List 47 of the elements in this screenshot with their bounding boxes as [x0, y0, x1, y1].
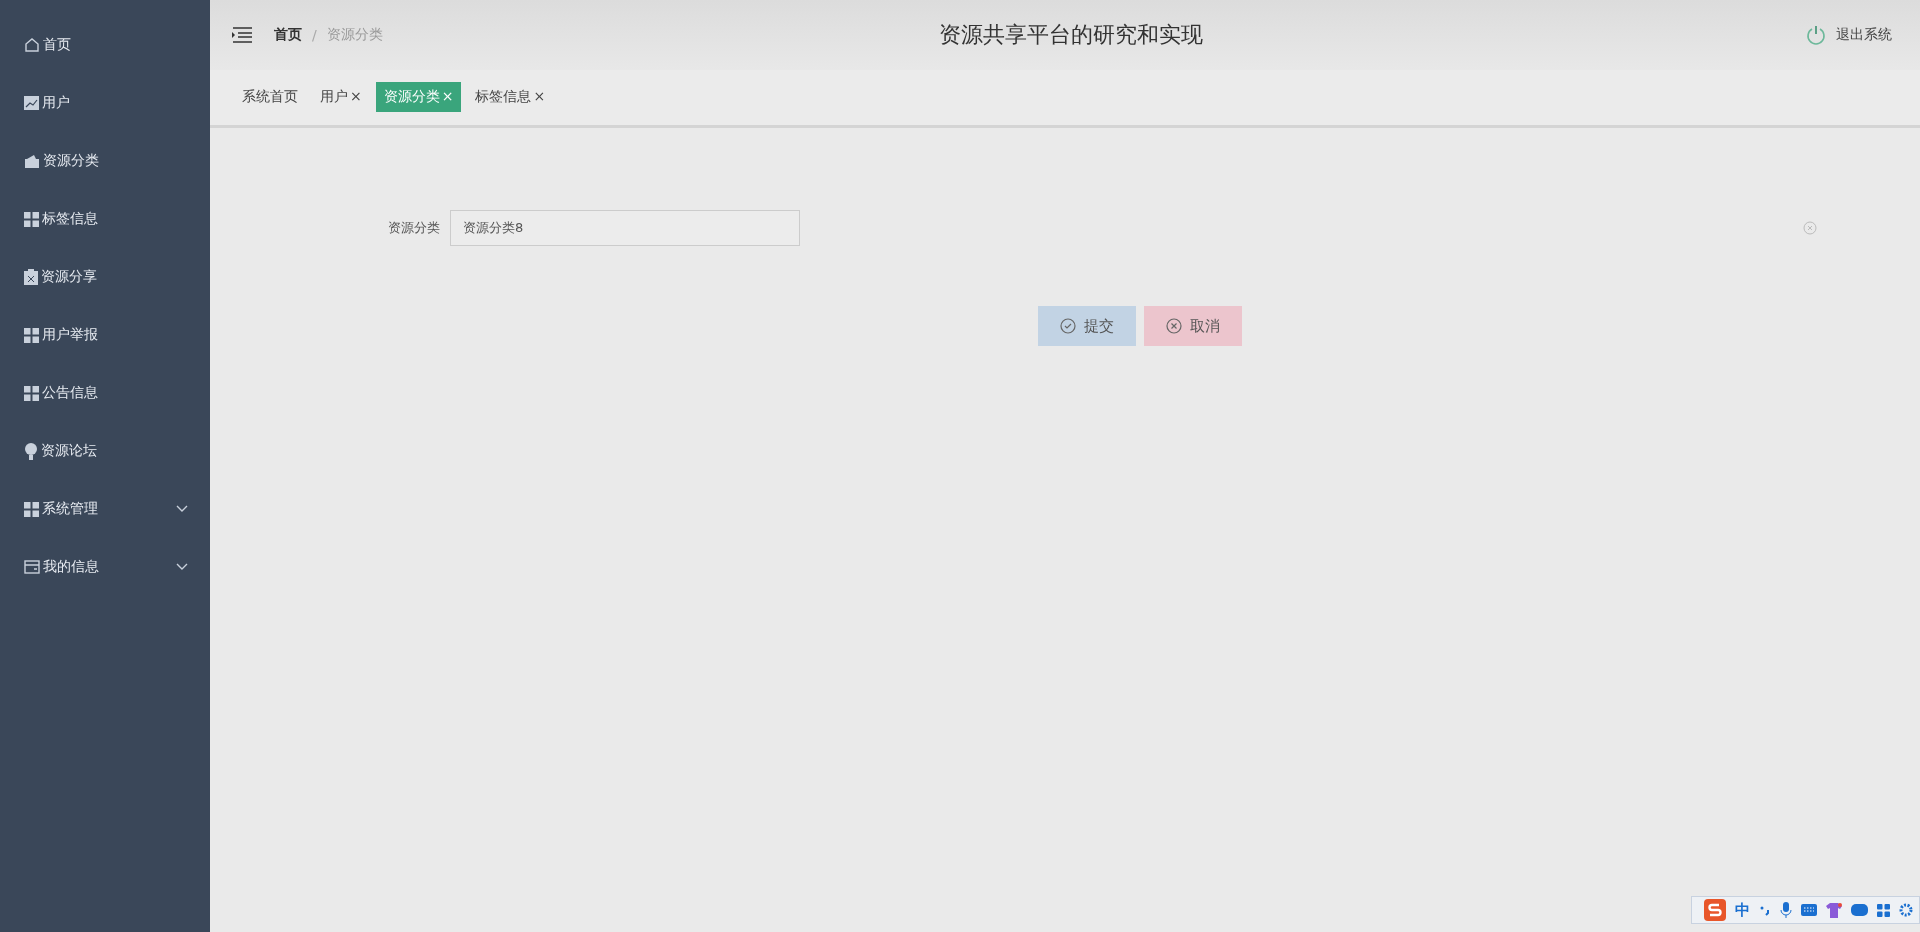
sidebar-item[interactable]: 首页	[0, 16, 210, 74]
close-circle-icon	[1166, 318, 1182, 334]
clipboard-icon	[24, 269, 38, 285]
menu-toggle-icon[interactable]	[232, 27, 252, 43]
bulb-icon	[24, 442, 38, 460]
sidebar-item[interactable]: 用户举报	[0, 306, 210, 364]
cancel-button[interactable]: 取消	[1144, 306, 1242, 346]
sidebar-item[interactable]: 资源论坛	[0, 422, 210, 480]
grid-icon[interactable]	[1877, 903, 1890, 917]
grid-icon	[24, 385, 39, 401]
microphone-icon[interactable]	[1780, 902, 1792, 918]
home-icon	[24, 37, 40, 53]
grid-icon	[24, 327, 39, 343]
chevron-down-icon	[176, 563, 188, 571]
card-icon	[24, 560, 40, 574]
sidebar-item[interactable]: 资源分享	[0, 248, 210, 306]
sidebar-item[interactable]: 资源分类	[0, 132, 210, 190]
grid-icon	[24, 211, 39, 227]
sidebar-item[interactable]: 标签信息	[0, 190, 210, 248]
page-title: 资源共享平台的研究和实现	[938, 21, 1205, 49]
ime-mode-toggle[interactable]: 中	[1735, 900, 1750, 920]
input-field[interactable]: 资源分类8	[450, 210, 800, 246]
page-tab[interactable]: 系统首页	[234, 81, 306, 112]
field-label: 资源分类	[387, 219, 441, 237]
logout-button[interactable]: 退出系统	[1800, 24, 1898, 46]
breadcrumb-link[interactable]: 首页	[274, 26, 302, 44]
breadcrumb-separator: /	[312, 27, 317, 43]
submit-button[interactable]: 提交	[1038, 306, 1136, 346]
sidebar-item[interactable]: 系统管理	[0, 480, 210, 538]
chart-icon	[24, 96, 39, 110]
page-tab[interactable]: 用户×	[312, 81, 370, 112]
close-icon[interactable]: ×	[533, 87, 546, 104]
check-circle-icon	[1060, 318, 1076, 334]
sidebar-item[interactable]: 我的信息	[0, 538, 210, 596]
close-icon[interactable]: ×	[350, 87, 362, 104]
punctuation-icon[interactable]	[1759, 904, 1771, 916]
page-tab[interactable]: 标签信息×	[467, 81, 554, 112]
sidebar-item[interactable]: 公告信息	[0, 364, 210, 422]
ime-logo-icon[interactable]	[1704, 899, 1726, 921]
settings-icon[interactable]	[1899, 903, 1913, 917]
grid-icon	[24, 501, 39, 517]
sidebar-item[interactable]: 用户	[0, 74, 210, 132]
power-icon	[1806, 25, 1826, 45]
shirt-icon[interactable]	[1826, 902, 1842, 918]
wallet-icon	[24, 154, 40, 168]
keyboard-icon[interactable]	[1801, 904, 1817, 916]
chevron-down-icon	[176, 505, 188, 513]
